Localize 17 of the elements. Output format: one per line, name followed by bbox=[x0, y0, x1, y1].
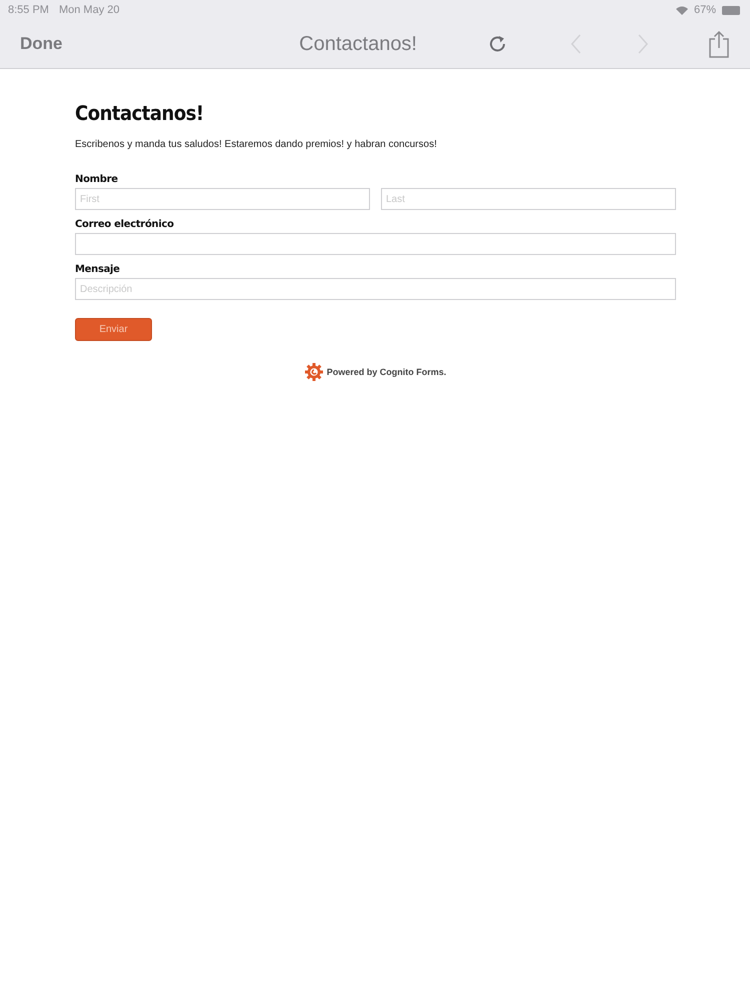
battery-icon bbox=[722, 6, 742, 14]
battery-percent: 67% bbox=[694, 4, 716, 16]
field-label: Nombre bbox=[75, 174, 119, 185]
field-label: Mensaje bbox=[75, 264, 121, 275]
page-title: Contactanos! bbox=[299, 32, 417, 56]
form-title: Contactanos! bbox=[75, 101, 205, 125]
status-date: Mon May 20 bbox=[58, 4, 120, 16]
submit-button[interactable]: Enviar bbox=[75, 318, 152, 341]
wifi-icon bbox=[676, 6, 688, 14]
done-button[interactable]: Done bbox=[20, 34, 62, 54]
powered-by-text: Powered by Cognito Forms. bbox=[326, 367, 446, 377]
status-time: 8:55 PM bbox=[8, 4, 49, 16]
field-label: Correo electrónico bbox=[75, 219, 175, 230]
share-icon[interactable] bbox=[708, 30, 730, 58]
form-description: Escribenos y manda tus saludos! Estaremos dando premios! y habran concursos! bbox=[75, 139, 438, 150]
text-field[interactable] bbox=[75, 233, 676, 255]
cog-logo-icon bbox=[304, 363, 323, 381]
